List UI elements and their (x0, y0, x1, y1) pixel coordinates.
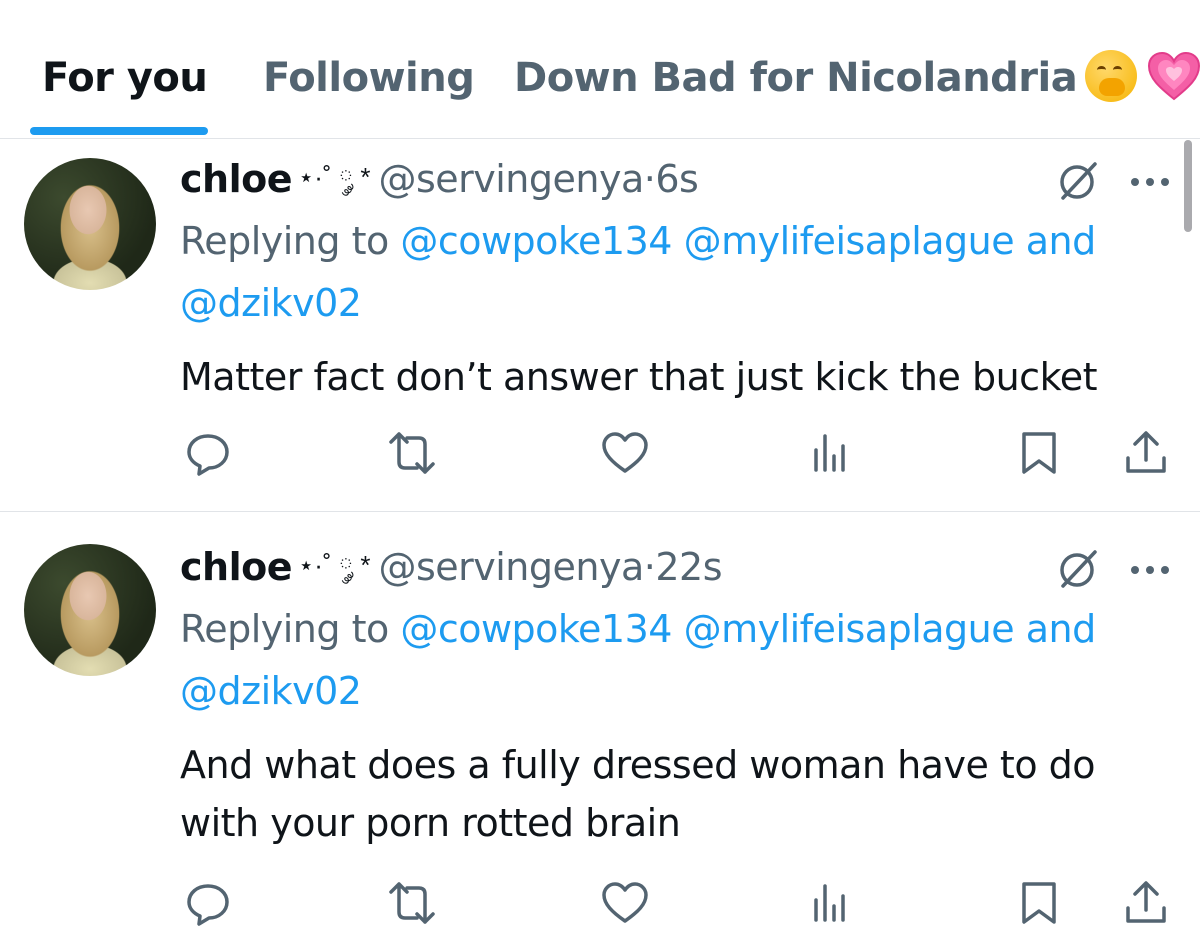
replying-prefix: Replying to (180, 219, 401, 263)
mention-link[interactable]: @cowpoke134 (400, 607, 672, 651)
reply-icon[interactable] (183, 878, 233, 928)
bookmark-icon[interactable] (1014, 428, 1064, 478)
tweet[interactable]: chloe ⋆·˚ ༘ * @servingenya·6s Replying to … (0, 138, 1200, 510)
bookmark-icon[interactable] (1014, 878, 1064, 928)
timestamp[interactable]: 22s (655, 545, 722, 589)
growing-heart-emoji (1148, 51, 1200, 101)
user-handle[interactable]: @servingenya (378, 157, 644, 201)
and-others-link[interactable]: and (1026, 219, 1097, 263)
separator: · (643, 157, 656, 201)
replying-to: Replying to @cowpoke134 @mylifeisaplague… (180, 210, 1170, 334)
tweet-actions (0, 428, 1200, 478)
like-icon[interactable] (600, 428, 650, 478)
mention-link[interactable]: @mylifeisaplague (684, 219, 1015, 263)
and-others-link[interactable]: and (1026, 607, 1097, 651)
share-icon[interactable] (1121, 878, 1171, 928)
separator: · (643, 545, 656, 589)
tweet-actions (0, 878, 1200, 928)
tweet-text: Matter fact don’t answer that just kick … (180, 355, 1098, 399)
user-handle[interactable]: @servingenya (378, 545, 644, 589)
mention-link[interactable]: @cowpoke134 (400, 219, 672, 263)
active-tab-indicator (30, 127, 208, 135)
views-icon[interactable] (806, 878, 856, 928)
display-name[interactable]: chloe (180, 157, 292, 201)
like-icon[interactable] (600, 878, 650, 928)
timeline-tabs: For you Following Down Bad for Nicolandr… (0, 0, 1200, 139)
retweet-icon[interactable] (387, 878, 437, 928)
tweet-text: And what does a fully dressed woman have… (180, 743, 1096, 845)
reply-icon[interactable] (183, 428, 233, 478)
timestamp[interactable]: 6s (655, 157, 698, 201)
mention-link[interactable]: @dzikv02 (180, 669, 362, 713)
retweet-icon[interactable] (387, 428, 437, 478)
name-decoration: ⋆·˚ ༘ * (297, 162, 371, 192)
grok-icon[interactable] (1055, 158, 1101, 204)
face-with-hand-over-mouth-emoji (1085, 50, 1138, 102)
grok-icon[interactable] (1055, 546, 1101, 592)
timeline-app: For you Following Down Bad for Nicolandr… (0, 0, 1200, 945)
tab-label: Down Bad for Nicolandria (514, 55, 1078, 101)
replying-to: Replying to @cowpoke134 @mylifeisaplague… (180, 598, 1170, 722)
tweet-header: chloe ⋆·˚ ༘ * @servingenya·6s (180, 154, 699, 204)
tab-for-you[interactable]: For you (42, 50, 208, 106)
mention-link[interactable]: @mylifeisaplague (684, 607, 1015, 651)
avatar[interactable] (24, 158, 156, 290)
views-icon[interactable] (806, 428, 856, 478)
tab-following[interactable]: Following (263, 50, 475, 106)
share-icon[interactable] (1121, 428, 1171, 478)
name-decoration: ⋆·˚ ༘ * (297, 550, 371, 580)
tab-down-bad-for-nicolandria[interactable]: Down Bad for Nicolandria (514, 50, 1200, 106)
more-options-icon[interactable] (1128, 560, 1172, 580)
more-options-icon[interactable] (1128, 172, 1172, 192)
mention-link[interactable]: @dzikv02 (180, 281, 362, 325)
avatar[interactable] (24, 544, 156, 676)
replying-prefix: Replying to (180, 607, 401, 651)
tweet[interactable]: chloe ⋆·˚ ༘ * @servingenya·22s Replying to… (0, 512, 1200, 945)
display-name[interactable]: chloe (180, 545, 292, 589)
tweet-header: chloe ⋆·˚ ༘ * @servingenya·22s (180, 542, 722, 592)
